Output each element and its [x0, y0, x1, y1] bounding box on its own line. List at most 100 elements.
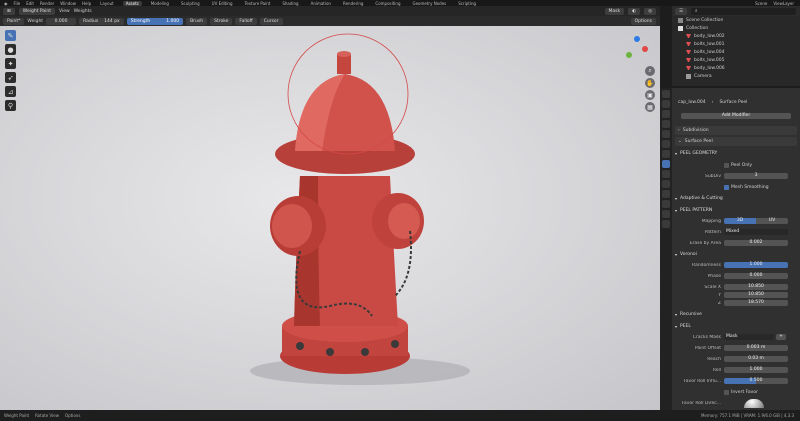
menu-edit[interactable]: Edit	[26, 1, 34, 6]
peel-pattern-section[interactable]: PEEL PATTERN	[675, 206, 797, 214]
menu-window[interactable]: Window	[60, 1, 76, 6]
randomness-slider[interactable]: 1.000	[724, 261, 788, 269]
collapse-chevron-icon[interactable]: ⌄	[678, 139, 682, 144]
list-item[interactable]: Camera	[672, 72, 800, 80]
scale-z-field[interactable]: 18.570	[724, 299, 788, 307]
list-item[interactable]: bolts_low.004	[672, 48, 800, 56]
constraints-tab-icon[interactable]	[662, 190, 670, 198]
y-axis-icon[interactable]	[626, 52, 632, 58]
list-item[interactable]: body_low.002	[672, 32, 800, 40]
blender-logo-icon[interactable]: ◉	[4, 1, 8, 6]
overlay-button[interactable]: ◎	[644, 7, 656, 15]
draw-brush-icon[interactable]: ✎	[5, 30, 16, 41]
collection-row[interactable]: Collection	[672, 24, 800, 32]
mapping-uv-button[interactable]: UV	[756, 217, 788, 225]
cracks-mask-field[interactable]: Mask	[724, 333, 774, 341]
physics-tab-icon[interactable]	[662, 180, 670, 188]
perspective-toggle-icon[interactable]: ▦	[645, 102, 655, 112]
editor-type-button[interactable]: ⊞	[3, 7, 15, 15]
modifier-surface-peel-header[interactable]: ⌄ Surface Peel	[675, 137, 797, 146]
x-axis-icon[interactable]	[642, 46, 648, 52]
tab-layout[interactable]: Layout	[97, 1, 117, 6]
list-item[interactable]: bolts_low.005	[672, 56, 800, 64]
tab-compositing[interactable]: Compositing	[372, 1, 403, 6]
z-axis-icon[interactable]	[634, 36, 640, 42]
roll-field[interactable]: 1.000	[724, 366, 788, 374]
mapping-3d-button[interactable]: 3D	[724, 217, 756, 225]
mode-selector[interactable]: Weight Paint	[18, 7, 56, 15]
add-mask-button[interactable]: +	[776, 333, 786, 341]
pan-hand-icon[interactable]: ✋	[645, 78, 655, 88]
subdiv-field[interactable]: 3	[724, 172, 788, 180]
scene-selector[interactable]: Scene	[755, 1, 767, 6]
mesh-smoothing-row[interactable]: Mesh Smoothing	[672, 183, 800, 191]
recursive-section[interactable]: Recursive	[675, 310, 797, 318]
falloff-dropdown[interactable]: Falloff	[235, 17, 257, 25]
viewlayer-selector[interactable]: ViewLayer	[773, 1, 800, 6]
favor-roll-slider[interactable]: 0.500	[724, 377, 788, 385]
view-layer-tab-icon[interactable]	[662, 120, 670, 128]
phase-field[interactable]: 0.000	[724, 272, 788, 280]
erase-area-field[interactable]: 0.002	[724, 239, 788, 247]
tab-rendering[interactable]: Rendering	[340, 1, 366, 6]
particles-tab-icon[interactable]	[662, 170, 670, 178]
menu-file[interactable]: File	[14, 1, 21, 6]
viewport-shading-button[interactable]: ◐	[628, 7, 641, 15]
material-tab-icon[interactable]	[662, 210, 670, 218]
radius-field[interactable]: Radius 144 px	[79, 17, 124, 25]
camera-view-icon[interactable]: ▣	[645, 90, 655, 100]
tab-modeling[interactable]: Modeling	[148, 1, 172, 6]
tab-shading[interactable]: Shading	[279, 1, 301, 6]
peel-only-row[interactable]: Peel Only	[672, 161, 800, 169]
menu-render[interactable]: Render	[40, 1, 54, 6]
output-tab-icon[interactable]	[662, 110, 670, 118]
gradient-icon[interactable]: ⊿	[5, 86, 16, 97]
strength-field[interactable]: Strength 1.000	[126, 17, 184, 25]
peel-section[interactable]: PEEL	[675, 322, 797, 330]
modifier-subdivision-header[interactable]: › Subdivision	[675, 126, 797, 135]
peel-only-checkbox[interactable]	[724, 162, 729, 168]
expand-chevron-icon[interactable]: ›	[678, 128, 680, 133]
world-tab-icon[interactable]	[662, 140, 670, 148]
tool-tab-icon[interactable]	[662, 90, 670, 98]
mask-selector[interactable]: Mask	[604, 7, 625, 15]
reach-field[interactable]: 0.03 m	[724, 355, 788, 363]
object-tab-icon[interactable]	[662, 150, 670, 158]
outliner-editor-type-button[interactable]: ☰	[675, 7, 688, 15]
blur-brush-icon[interactable]: ●	[5, 44, 16, 55]
sample-weight-icon[interactable]: ⚲	[5, 100, 16, 111]
tab-scripting[interactable]: Scripting	[455, 1, 479, 6]
menu-help[interactable]: Help	[82, 1, 91, 6]
invert-favor-checkbox[interactable]	[724, 389, 729, 395]
zoom-icon[interactable]: ⌕	[645, 66, 655, 76]
adaptive-cutting-section[interactable]: Adaptive & Cutting	[675, 194, 797, 202]
brush-dropdown[interactable]: Brush	[186, 17, 208, 25]
add-modifier-button[interactable]: Add Modifier	[681, 112, 791, 120]
paint-offset-field[interactable]: 0.003 m	[724, 344, 788, 352]
list-item[interactable]: body_low.006	[672, 64, 800, 72]
brush-selector[interactable]: Paint*	[3, 17, 25, 25]
modifier-tab-icon[interactable]	[662, 160, 670, 168]
3d-viewport[interactable]: ⌕ ✋ ▣ ▦ ✎ ● ✦ ➶ ⊿ ⚲	[0, 26, 660, 410]
peel-geometry-section[interactable]: PEEL GEOMETRY	[675, 149, 797, 157]
voronoi-section[interactable]: Voronoi	[675, 250, 797, 258]
smear-brush-icon[interactable]: ➶	[5, 72, 16, 83]
invert-favor-row[interactable]: Invert Favor	[672, 388, 800, 396]
data-tab-icon[interactable]	[662, 200, 670, 208]
tab-assets[interactable]: Assets	[122, 0, 142, 6]
scene-collection-row[interactable]: Scene Collection	[672, 16, 800, 24]
tab-geometry-nodes[interactable]: Geometry Nodes	[410, 1, 450, 6]
stroke-dropdown[interactable]: Stroke	[210, 17, 233, 25]
scale-y-field[interactable]: 10.850	[724, 291, 788, 299]
scene-tab-icon[interactable]	[662, 130, 670, 138]
direction-sphere-widget[interactable]	[744, 398, 764, 408]
options-dropdown[interactable]: Options	[630, 17, 656, 25]
menu-view[interactable]: View	[59, 9, 70, 14]
pattern-dropdown[interactable]: Mixed	[724, 228, 788, 236]
navigation-gizmo[interactable]	[624, 36, 650, 62]
list-item[interactable]: bolts_low.001	[672, 40, 800, 48]
tab-texture-paint[interactable]: Texture Paint	[242, 1, 274, 6]
scale-x-field[interactable]: 10.850	[724, 283, 788, 291]
menu-weights[interactable]: Weights	[74, 9, 92, 14]
render-tab-icon[interactable]	[662, 100, 670, 108]
